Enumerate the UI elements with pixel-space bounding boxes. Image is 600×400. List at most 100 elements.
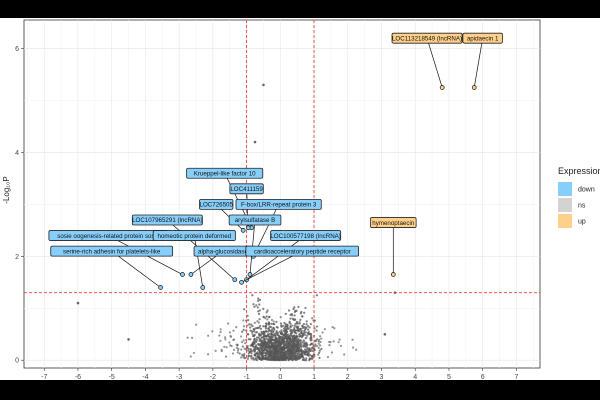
ns-point [265, 345, 269, 348]
x-tick-label: 6 [481, 374, 485, 381]
ns-point [321, 331, 324, 334]
ns-point [308, 357, 311, 360]
ns-point [300, 352, 303, 355]
ns-point [268, 325, 271, 328]
ns-point [318, 356, 321, 359]
ns-point [318, 335, 322, 338]
ns-point [257, 312, 261, 316]
ns-point [268, 323, 271, 326]
ns-point [274, 349, 277, 352]
ns-point [252, 303, 255, 306]
point-label-text: hymenoptaecin [372, 220, 415, 227]
ns-point [242, 339, 245, 342]
ns-point [271, 350, 275, 353]
ns-point [298, 320, 301, 324]
ns-point [225, 346, 228, 349]
ns-point [290, 339, 294, 343]
ns-point [241, 330, 244, 333]
ns-point [224, 338, 227, 341]
point-label-text: alpha-glucosidase [198, 248, 248, 255]
ns-point [206, 353, 210, 356]
ns-point [277, 348, 280, 351]
ns-point [287, 327, 290, 330]
ns-point [331, 326, 334, 329]
ns-point [261, 347, 264, 350]
ns-point [332, 340, 335, 343]
labeled-point [245, 225, 251, 231]
ns-point [265, 322, 268, 325]
ns-point [263, 340, 267, 343]
ns-point [253, 305, 256, 308]
ns-point [304, 331, 307, 334]
ns-point [258, 298, 262, 301]
ns-point [251, 334, 255, 338]
ns-point [315, 329, 318, 332]
point-label-text: cardioacceleratory peptide receptor [254, 248, 351, 255]
ns-point [289, 350, 292, 353]
x-tick-label: -2 [210, 374, 216, 381]
labeled-point [471, 85, 477, 90]
ns-point [293, 337, 296, 340]
ns-point [307, 330, 310, 333]
ns-point [258, 357, 261, 361]
ns-point [315, 294, 318, 297]
ns-point [304, 348, 307, 351]
ns-point [284, 312, 287, 315]
ns-point [275, 337, 278, 340]
ns-point [292, 328, 296, 332]
ns-point [272, 330, 275, 333]
ns-point [328, 343, 331, 347]
legend-label-ns: ns [578, 203, 586, 210]
y-axis-title: -Log₁₀P [2, 176, 11, 203]
ns-point [298, 350, 301, 354]
ns-point [308, 350, 311, 353]
ns-point [269, 339, 273, 342]
point-label-text: homeotic protein deformed [158, 233, 232, 240]
ns-point [272, 347, 275, 351]
ns-point [289, 326, 292, 329]
ns-point [295, 352, 298, 355]
ns-point [250, 356, 253, 359]
ns-point [240, 356, 243, 359]
ns-point [242, 325, 246, 328]
y-tick-label: 2 [15, 254, 19, 261]
ns-point [303, 325, 306, 329]
point-label-text: F-box/LRR-repeat protein 3 [241, 202, 317, 209]
ns-point [300, 329, 303, 332]
ns-point [251, 332, 254, 336]
ns-point [288, 356, 292, 359]
point-label-text: sosie oogenesis-related protein sosie [57, 233, 160, 240]
ns-point [302, 323, 306, 326]
ns-point [232, 348, 236, 351]
ns-point [279, 322, 283, 325]
ns-point [272, 322, 275, 326]
ns-point [300, 345, 303, 348]
ns-point [257, 297, 260, 300]
ns-point [274, 334, 277, 337]
ns-point [229, 344, 232, 347]
ns-point [300, 334, 303, 337]
ns-point [291, 343, 295, 346]
ns-point [300, 339, 303, 342]
y-tick-label: 4 [15, 150, 19, 157]
ns-point [291, 353, 295, 356]
ns-point [249, 326, 252, 329]
ns-point [270, 346, 273, 349]
ns-point [260, 340, 263, 343]
ns-point [280, 324, 283, 327]
ns-point [298, 354, 301, 357]
ns-point [304, 344, 308, 347]
ns-point [283, 330, 286, 333]
x-tick-label: 3 [380, 374, 384, 381]
ns-point [288, 339, 291, 343]
ns-point [292, 307, 295, 311]
ns-point [296, 322, 299, 325]
ns-point [263, 344, 267, 347]
ns-point [267, 339, 270, 343]
plot-area: -7 -6 -5 -4 -3 -2 -1 0 1 2 3 4 5 6 7 0 2 4 6 LOC113218549 (… [15, 19, 541, 381]
ns-point [281, 340, 284, 343]
ns-point [268, 348, 271, 351]
ns-point [229, 335, 233, 338]
ns-point [247, 352, 250, 355]
ns-point [288, 334, 292, 337]
